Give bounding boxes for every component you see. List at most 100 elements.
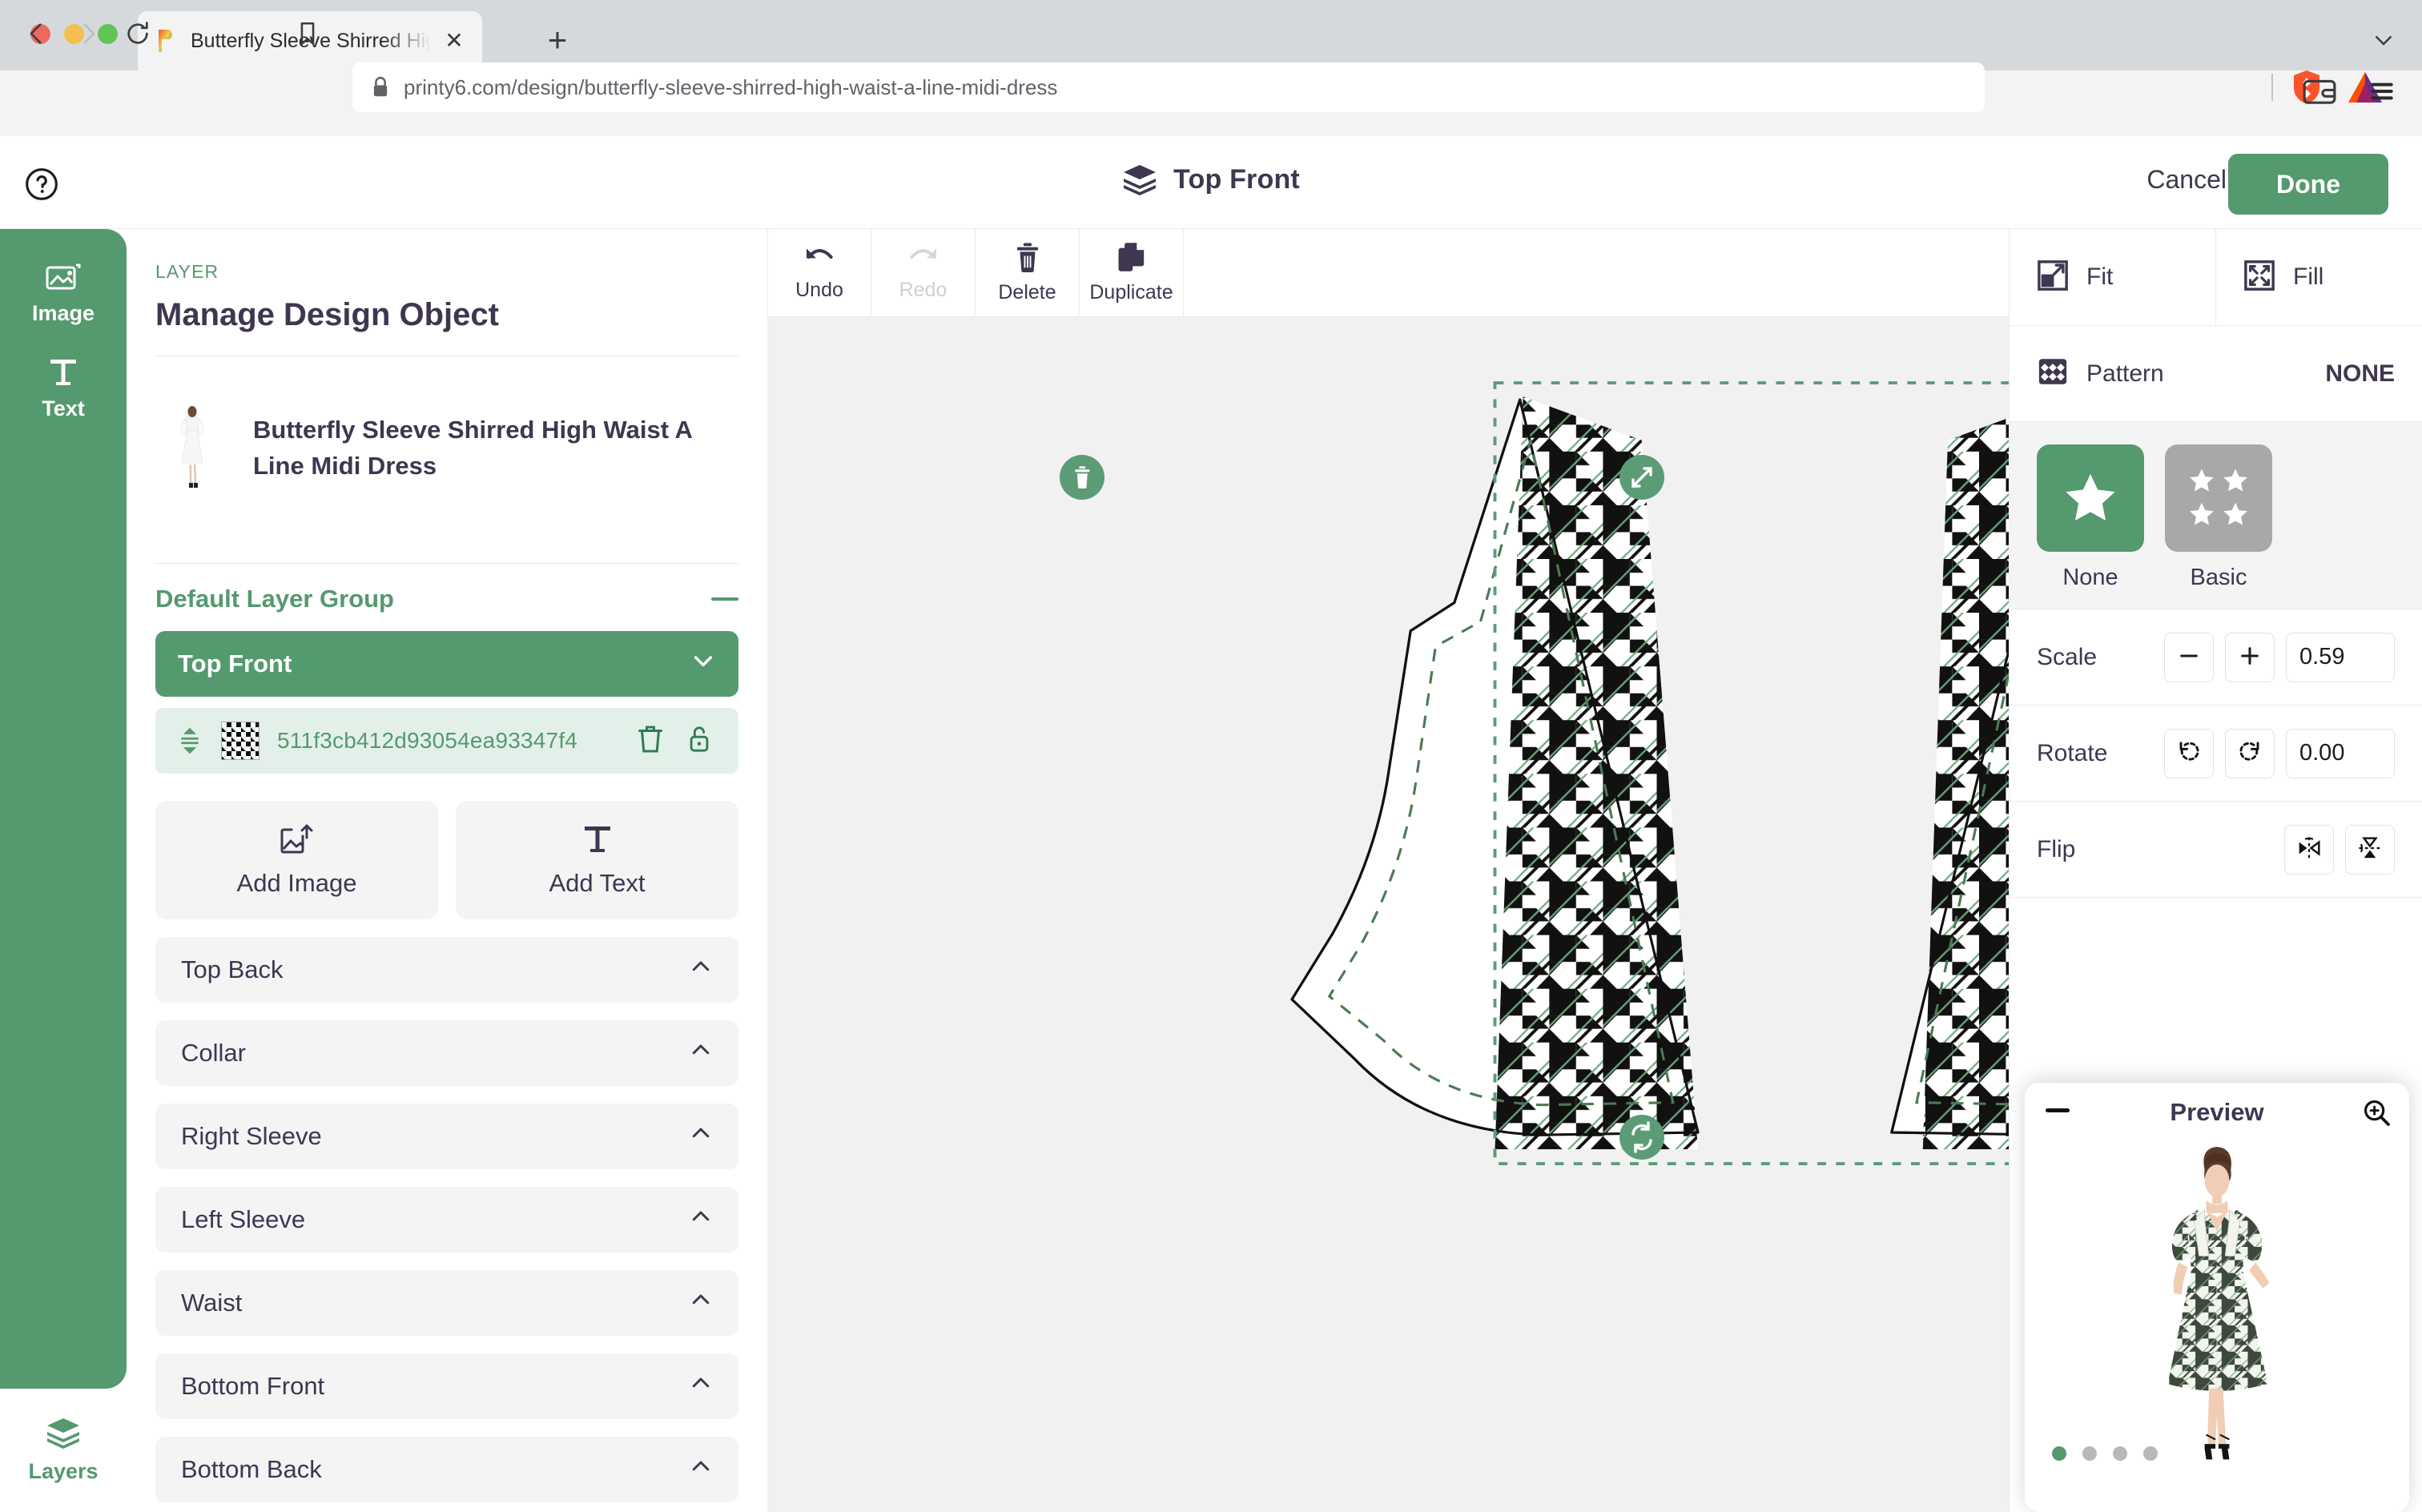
fill-label: Fill: [2293, 263, 2323, 291]
fit-button[interactable]: Fit: [2010, 229, 2215, 325]
accordion-item-top-back[interactable]: Top Back: [155, 937, 738, 1003]
pattern-row[interactable]: Pattern NONE: [2010, 326, 2422, 422]
preview-dot-2[interactable]: [2082, 1446, 2097, 1461]
trash-icon[interactable]: [636, 723, 668, 758]
app-root: Butterfly Sleeve Shirred High W ✕ + prin…: [0, 0, 2422, 1512]
chevron-down-icon[interactable]: [2366, 22, 2401, 58]
white-dress-model-thumbnail: [155, 380, 229, 517]
text-t-icon: [47, 353, 79, 392]
duplicate-button[interactable]: Duplicate: [1080, 229, 1184, 316]
forward-arrow-icon[interactable]: [70, 16, 106, 51]
chevron-down-icon: [690, 648, 716, 680]
app-header: Top Front Cancel Done: [0, 136, 2422, 229]
layers-stack-icon: [46, 1417, 81, 1453]
preview-dot-1[interactable]: [2052, 1446, 2066, 1461]
address-bar[interactable]: printy6.com/design/butterfly-sleeve-shir…: [352, 62, 1985, 112]
layer-group-header[interactable]: Default Layer Group: [155, 564, 738, 631]
accordion-label: Waist: [181, 1289, 242, 1317]
rotate-ccw-icon: [2177, 740, 2201, 766]
four-stars-icon: [2165, 444, 2272, 552]
plus-icon[interactable]: +: [538, 21, 577, 59]
done-button[interactable]: Done: [2228, 154, 2388, 215]
pattern-grid-icon: [2037, 356, 2069, 392]
pattern-swatch-basic[interactable]: Basic: [2165, 444, 2272, 591]
layer-panel: LAYER Manage Design Object Butterfly Sle…: [127, 229, 767, 1512]
single-star-icon: [2037, 444, 2144, 552]
chevron-up-icon: [689, 1288, 713, 1318]
chevron-up-icon: [689, 1371, 713, 1401]
rotate-cw-icon: [2238, 740, 2262, 766]
chevron-up-icon: [689, 1204, 713, 1235]
hamburger-menu-icon[interactable]: [2366, 75, 2398, 107]
minus-icon: [2178, 645, 2200, 670]
rail-item-text[interactable]: Text: [11, 353, 115, 421]
garment-pattern-piece[interactable]: [1292, 383, 2009, 1171]
canvas-stage[interactable]: [767, 317, 2009, 1512]
accordion-item-left-sleeve[interactable]: Left Sleeve: [155, 1187, 738, 1253]
undo-arrow-icon: [803, 244, 835, 272]
bookmark-icon[interactable]: [290, 16, 325, 51]
pattern-swatch-none[interactable]: None: [2037, 444, 2144, 591]
add-image-button[interactable]: Add Image: [155, 801, 438, 919]
rail-item-label: Text: [42, 396, 85, 421]
layer-group-label: Default Layer Group: [155, 585, 394, 613]
image-icon: [46, 258, 81, 296]
browser-tab-bar: Butterfly Sleeve Shirred High W ✕ +: [0, 0, 2422, 70]
layer-panel-title: Manage Design Object: [155, 297, 738, 333]
layer-object-row[interactable]: 511f3cb412d93054ea93347f4: [155, 708, 738, 774]
minus-icon[interactable]: [2046, 1108, 2070, 1112]
rotate-cw-button[interactable]: [2225, 729, 2275, 778]
reload-icon[interactable]: [120, 16, 155, 51]
redo-button[interactable]: Redo: [871, 229, 976, 316]
rotate-input[interactable]: 0.00: [2286, 729, 2395, 778]
plus-icon: [2239, 645, 2261, 670]
delete-button[interactable]: Delete: [976, 229, 1080, 316]
fill-button[interactable]: Fill: [2215, 229, 2422, 325]
drag-handle-icon[interactable]: [176, 726, 203, 756]
pattern-swatch-label: Basic: [2165, 565, 2272, 591]
design-canvas-svg[interactable]: [767, 317, 2009, 1512]
product-name: Butterfly Sleeve Shirred High Waist A Li…: [253, 412, 738, 485]
rotate-handle[interactable]: [1619, 1115, 1664, 1160]
add-buttons-row: Add Image Add Text: [155, 801, 738, 919]
rail-item-layers[interactable]: Layers: [0, 1389, 127, 1512]
scale-decrease-button[interactable]: [2164, 633, 2214, 682]
flip-vertical-icon: [2357, 835, 2383, 863]
rotate-ccw-button[interactable]: [2164, 729, 2214, 778]
accordion-item-collar[interactable]: Collar: [155, 1020, 738, 1086]
accordion-item-bottom-back[interactable]: Bottom Back: [155, 1437, 738, 1502]
redo-arrow-icon: [907, 244, 939, 272]
layer-section-top-front[interactable]: Top Front: [155, 631, 738, 697]
houndstooth-pattern-thumbnail: [221, 722, 260, 760]
scale-increase-button[interactable]: [2225, 633, 2275, 682]
wallet-icon[interactable]: [2302, 75, 2337, 107]
accordion-item-right-sleeve[interactable]: Right Sleeve: [155, 1104, 738, 1169]
minus-icon[interactable]: [711, 597, 738, 601]
accordion-item-waist[interactable]: Waist: [155, 1270, 738, 1336]
preview-dot-4[interactable]: [2143, 1446, 2158, 1461]
rail-item-image[interactable]: Image: [11, 258, 115, 326]
fit-icon: [2037, 259, 2069, 296]
flip-horizontal-icon: [2296, 835, 2322, 863]
unlock-icon[interactable]: [686, 723, 718, 758]
scale-input[interactable]: 0.59: [2286, 633, 2395, 682]
zoom-in-icon[interactable]: [2361, 1097, 2392, 1128]
back-arrow-icon[interactable]: [19, 16, 54, 51]
cancel-button[interactable]: Cancel: [2146, 165, 2227, 195]
layer-panel-eyebrow: LAYER: [155, 261, 738, 283]
flip-row: Flip: [2010, 802, 2422, 898]
rotate-row: Rotate 0.00: [2010, 706, 2422, 802]
flip-vertical-button[interactable]: [2345, 825, 2395, 875]
rail-item-label: Layers: [28, 1459, 98, 1484]
preview-dot-3[interactable]: [2113, 1446, 2127, 1461]
redo-label: Redo: [899, 279, 947, 302]
preview-pagination-dots[interactable]: [2052, 1446, 2158, 1461]
flip-horizontal-button[interactable]: [2284, 825, 2334, 875]
rotate-label: Rotate: [2037, 740, 2107, 767]
close-icon[interactable]: ✕: [441, 27, 468, 54]
add-text-button[interactable]: Add Text: [456, 801, 738, 919]
accordion-item-bottom-front[interactable]: Bottom Front: [155, 1353, 738, 1419]
trash-icon: [1013, 242, 1042, 275]
undo-button[interactable]: Undo: [767, 229, 871, 316]
page-title: Top Front: [1173, 164, 1300, 195]
